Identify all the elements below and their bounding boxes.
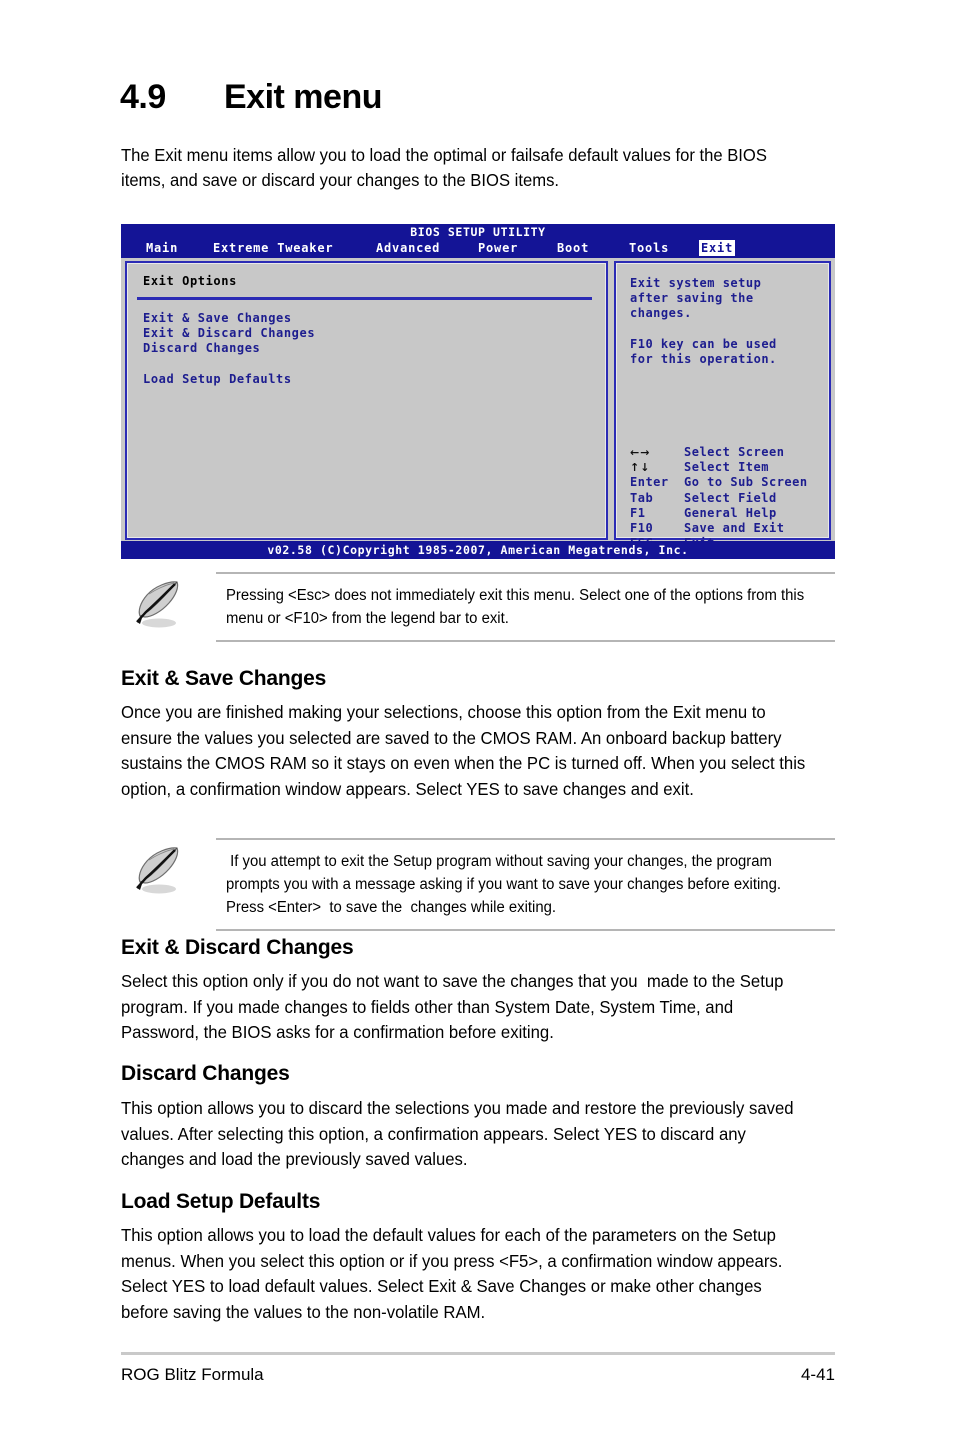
heading-exit-discard-changes: Exit & Discard Changes — [121, 936, 354, 959]
note-text: If you attempt to exit the Setup program… — [226, 853, 786, 916]
legend-row-f1: F1 General Help — [630, 506, 826, 521]
quill-pen-icon — [129, 578, 187, 630]
heading-exit-save-changes: Exit & Save Changes — [121, 667, 327, 690]
footer-product-name: ROG Blitz Formula — [121, 1365, 264, 1384]
legend-key: Enter — [630, 475, 669, 490]
tab-power[interactable]: Power — [476, 240, 520, 256]
tab-advanced[interactable]: Advanced — [374, 240, 442, 256]
help-spacer — [630, 322, 820, 337]
paragraph-discard-changes: This option allows you to discard the se… — [121, 1098, 799, 1169]
legend-row-enter: Enter Go to Sub Screen — [630, 475, 826, 490]
legend-row-f10: F10 Save and Exit — [630, 521, 826, 536]
option-exit-discard-changes[interactable]: Exit & Discard Changes — [143, 326, 583, 341]
options-divider — [137, 297, 592, 300]
legend-desc: General Help — [684, 505, 777, 520]
footer-divider — [121, 1352, 835, 1355]
legend-desc: Save and Exit — [684, 521, 785, 536]
paragraph-exit-discard-changes: Select this option only if you do not wa… — [121, 971, 789, 1042]
paragraph-load-setup-defaults: This option allows you to load the defau… — [121, 1225, 788, 1322]
option-discard-changes[interactable]: Discard Changes — [143, 341, 583, 356]
legend-desc: Select Screen — [684, 445, 785, 459]
bios-header: BIOS SETUP UTILITY Main Extreme Tweaker Ad… — [121, 224, 835, 258]
footer-page-number: 4-41 — [800, 1365, 835, 1384]
legend-key: F1 — [630, 505, 646, 520]
paragraph-exit-save-changes: Once you are finished making your select… — [121, 702, 810, 799]
bios-help-text: Exit system setup after saving the chang… — [630, 276, 820, 367]
section-number: 4.9 — [120, 78, 166, 116]
tab-main[interactable]: Main — [144, 240, 180, 256]
page-title: 4.9 Exit menu — [120, 78, 840, 117]
note-box-save-prompt: If you attempt to exit the Setup program… — [121, 838, 835, 931]
options-spacer — [143, 357, 583, 372]
section-intro-text: The Exit menu items allow you to load th… — [121, 145, 767, 190]
tab-extreme-tweaker[interactable]: Extreme Tweaker — [211, 240, 335, 256]
legend-desc: Select Field — [684, 490, 777, 505]
help-paragraph-1: Exit system setup after saving the chang… — [630, 276, 762, 321]
legend-key: F10 — [630, 521, 654, 536]
legend-row-select-item: ↑↓ Select Item — [630, 460, 826, 475]
bios-utility-title: BIOS SETUP UTILITY — [410, 225, 546, 239]
exit-options-list: Exit & Save Changes Exit & Discard Chang… — [143, 311, 583, 387]
help-paragraph-2: F10 key can be used for this operation. — [630, 336, 777, 366]
bios-menu-tabs: Main Extreme Tweaker Advanced Power Boot Tool… — [121, 240, 835, 258]
note-box-esc: Pressing <Esc> does not immediately exit… — [121, 572, 835, 642]
legend-row-select-screen: ←→ Select Screen — [630, 445, 826, 460]
bios-options-panel: Exit Options Exit & Save Changes Exit & … — [125, 261, 608, 540]
bios-setup-screenshot: BIOS SETUP UTILITY Main Extreme Tweaker Ad… — [121, 224, 835, 559]
option-exit-save-changes[interactable]: Exit & Save Changes — [143, 311, 583, 326]
up-down-arrow-icon: ↑↓ — [630, 461, 651, 475]
note-text: Pressing <Esc> does not immediately exit… — [226, 587, 809, 627]
tab-exit[interactable]: Exit — [699, 240, 736, 256]
legend-desc: Select Item — [684, 460, 769, 475]
tab-tools[interactable]: Tools — [627, 240, 671, 256]
exit-options-heading: Exit Options — [143, 274, 237, 288]
bios-copyright-bar: v02.58 (C)Copyright 1985-2007, American … — [121, 541, 835, 559]
note-body: If you attempt to exit the Setup program… — [216, 838, 835, 931]
heading-discard-changes: Discard Changes — [121, 1062, 290, 1085]
document-page: 4.9 Exit menu The Exit menu items allow … — [0, 0, 954, 1438]
legend-row-tab: Tab Select Field — [630, 491, 826, 506]
tab-boot[interactable]: Boot — [555, 240, 591, 256]
option-load-setup-defaults[interactable]: Load Setup Defaults — [143, 372, 583, 387]
bios-body: Exit Options Exit & Save Changes Exit & … — [121, 258, 835, 559]
legend-desc: Go to Sub Screen — [684, 475, 808, 490]
legend-key: Tab — [630, 490, 654, 505]
left-right-arrow-icon: ←→ — [630, 446, 651, 459]
note-body: Pressing <Esc> does not immediately exit… — [216, 572, 835, 642]
heading-load-setup-defaults: Load Setup Defaults — [121, 1190, 321, 1213]
section-title: Exit menu — [224, 78, 382, 116]
bios-legend: ←→ Select Screen ↑↓ Select Item Enter Go… — [630, 445, 826, 551]
quill-pen-icon — [129, 844, 187, 896]
bios-help-panel: Exit system setup after saving the chang… — [614, 261, 831, 550]
